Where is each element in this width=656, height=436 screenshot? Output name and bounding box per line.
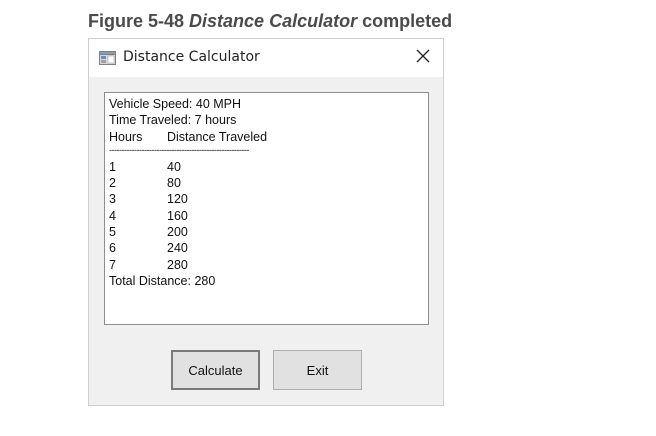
close-icon	[416, 49, 430, 68]
table-row: 3 120	[109, 191, 424, 207]
distance-cell: 200	[167, 225, 188, 240]
caption-prefix: Figure 5-48	[88, 11, 190, 31]
distance-cell: 280	[167, 257, 188, 272]
hour-cell: 4	[109, 208, 116, 223]
close-button[interactable]	[403, 39, 443, 77]
hour-cell: 7	[109, 257, 116, 272]
window-title: Distance Calculator	[123, 49, 260, 65]
table-row: 4 160	[109, 208, 424, 224]
output-listbox[interactable]: Vehicle Speed: 40 MPH Time Traveled: 7 h…	[104, 92, 429, 325]
time-line: Time Traveled: 7 hours	[109, 113, 237, 128]
distance-calculator-window: Distance Calculator Vehicle Speed: 40 MP…	[88, 38, 444, 406]
title-bar[interactable]: Distance Calculator	[89, 39, 443, 77]
distance-cell: 240	[167, 241, 188, 256]
hour-cell: 5	[109, 225, 116, 240]
caption-suffix: completed	[357, 11, 453, 31]
hour-cell: 2	[109, 176, 116, 191]
table-row: 2 80	[109, 175, 424, 191]
distance-cell: 40	[167, 159, 181, 174]
hours-header: Hours	[109, 129, 143, 144]
separator-line: ----------------------------------------…	[109, 144, 249, 155]
distance-cell: 80	[167, 176, 181, 191]
distance-cell: 160	[167, 208, 188, 223]
distance-header: Distance Traveled	[167, 129, 268, 144]
hour-cell: 1	[109, 159, 116, 174]
table-row: 7 280	[109, 257, 424, 273]
figure-caption: Figure 5-48 Distance Calculator complete…	[88, 11, 452, 32]
distance-cell: 120	[167, 192, 188, 207]
distance-rows: 1 40 2 80 3 120 4 160 5 200 6 240 7 280	[109, 159, 424, 273]
hour-cell: 6	[109, 241, 116, 256]
calculate-button[interactable]: Calculate	[171, 350, 260, 390]
table-row: 5 200	[109, 224, 424, 240]
speed-line: Vehicle Speed: 40 MPH	[109, 97, 242, 111]
total-line: Total Distance: 280	[109, 273, 216, 288]
caption-app-name: Distance Calculator	[189, 11, 358, 31]
column-header: Hours Distance Traveled	[109, 129, 424, 145]
table-row: 1 40	[109, 159, 424, 175]
app-icon	[99, 51, 116, 65]
exit-button[interactable]: Exit	[273, 350, 362, 390]
hour-cell: 3	[109, 192, 116, 207]
table-row: 6 240	[109, 240, 424, 256]
